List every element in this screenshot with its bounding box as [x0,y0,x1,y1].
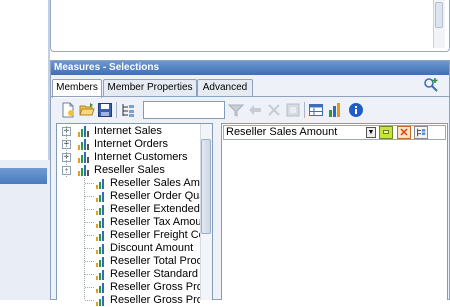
measure-group-icon [78,126,89,137]
measure-icon [96,283,104,293]
save-icon[interactable] [97,102,113,118]
tree-item-label[interactable]: Reseller Standard Produ [110,268,200,281]
selection-panel [221,123,448,300]
tree-item-label[interactable]: Reseller Tax Amount [110,216,200,229]
dialog-title: Measures - Selections [51,61,449,75]
toolbar-separator [116,102,117,118]
tab-advanced[interactable]: Advanced [197,79,253,97]
tree-connector [85,287,94,288]
tree-item-label[interactable]: Reseller Sales [94,164,200,177]
tree-item-label[interactable]: Reseller Total Product C [110,255,200,268]
tree-item-label[interactable]: Reseller Gross Profit [110,281,200,294]
remove-icon[interactable]: ✕ [397,126,411,139]
chart-icon[interactable] [327,102,343,118]
selected-measure-value[interactable]: Reseller Sales Amount [226,126,366,139]
hierarchy-icon[interactable] [120,102,136,118]
dropdown-arrow-icon[interactable]: ▼ [366,127,376,138]
tree-connector [85,209,94,210]
navigate-icon[interactable] [247,102,263,118]
measure-icon [96,257,104,267]
collapse-icon[interactable] [266,102,282,118]
tree-item-label[interactable]: Reseller Gross Profit M [110,294,200,307]
new-icon[interactable] [60,102,76,118]
tab-member-properties[interactable]: Member Properties [103,79,197,97]
tree-item-label[interactable]: Internet Sales [94,125,200,138]
search-input[interactable] [143,101,225,119]
table-icon[interactable] [308,102,324,118]
measure-group-icon [78,152,89,163]
measure-group-icon [78,139,89,150]
filter-icon[interactable] [228,102,244,118]
measure-icon [96,192,104,202]
top-panel-scroll-thumb[interactable] [435,2,443,28]
tree-connector [85,183,94,184]
tree-item-label[interactable]: Internet Orders [94,138,200,151]
tree-connector [85,196,94,197]
measure-icon [96,218,104,228]
measure-group-icon [78,165,89,176]
tree-connector [85,235,94,236]
tree-item-label[interactable]: Discount Amount [110,242,200,255]
measure-icon [96,205,104,215]
tree-item-label[interactable]: Reseller Freight Cost [110,229,200,242]
tree-connector [66,126,67,178]
measure-icon [96,296,104,306]
top-panel [50,0,450,52]
tree-item-label[interactable]: Internet Customers [94,151,200,164]
confirm-icon [383,130,389,134]
left-selected-bar[interactable] [0,168,47,184]
tab-divider [51,96,449,97]
properties-icon[interactable] [285,102,301,118]
tree-connector [85,248,94,249]
tree-item-label[interactable]: Reseller Extended Amo [110,203,200,216]
add-measure-icon[interactable] [423,77,439,93]
tree-scroll-thumb[interactable] [201,139,211,234]
tree-item-label[interactable]: Reseller Sales Amount [110,177,200,190]
tree-connector [85,222,94,223]
info-icon[interactable] [348,102,364,118]
measure-icon [96,244,104,254]
measure-icon [96,179,104,189]
expression-icon[interactable] [414,126,428,139]
measure-icon [96,270,104,280]
open-folder-icon[interactable] [79,102,95,118]
measure-icon [96,231,104,241]
tree-connector [85,261,94,262]
tree-item-label[interactable]: Reseller Order Quantity [110,190,200,203]
tree-connector [85,300,94,301]
tree-connector [85,274,94,275]
toolbar-separator [304,102,305,118]
